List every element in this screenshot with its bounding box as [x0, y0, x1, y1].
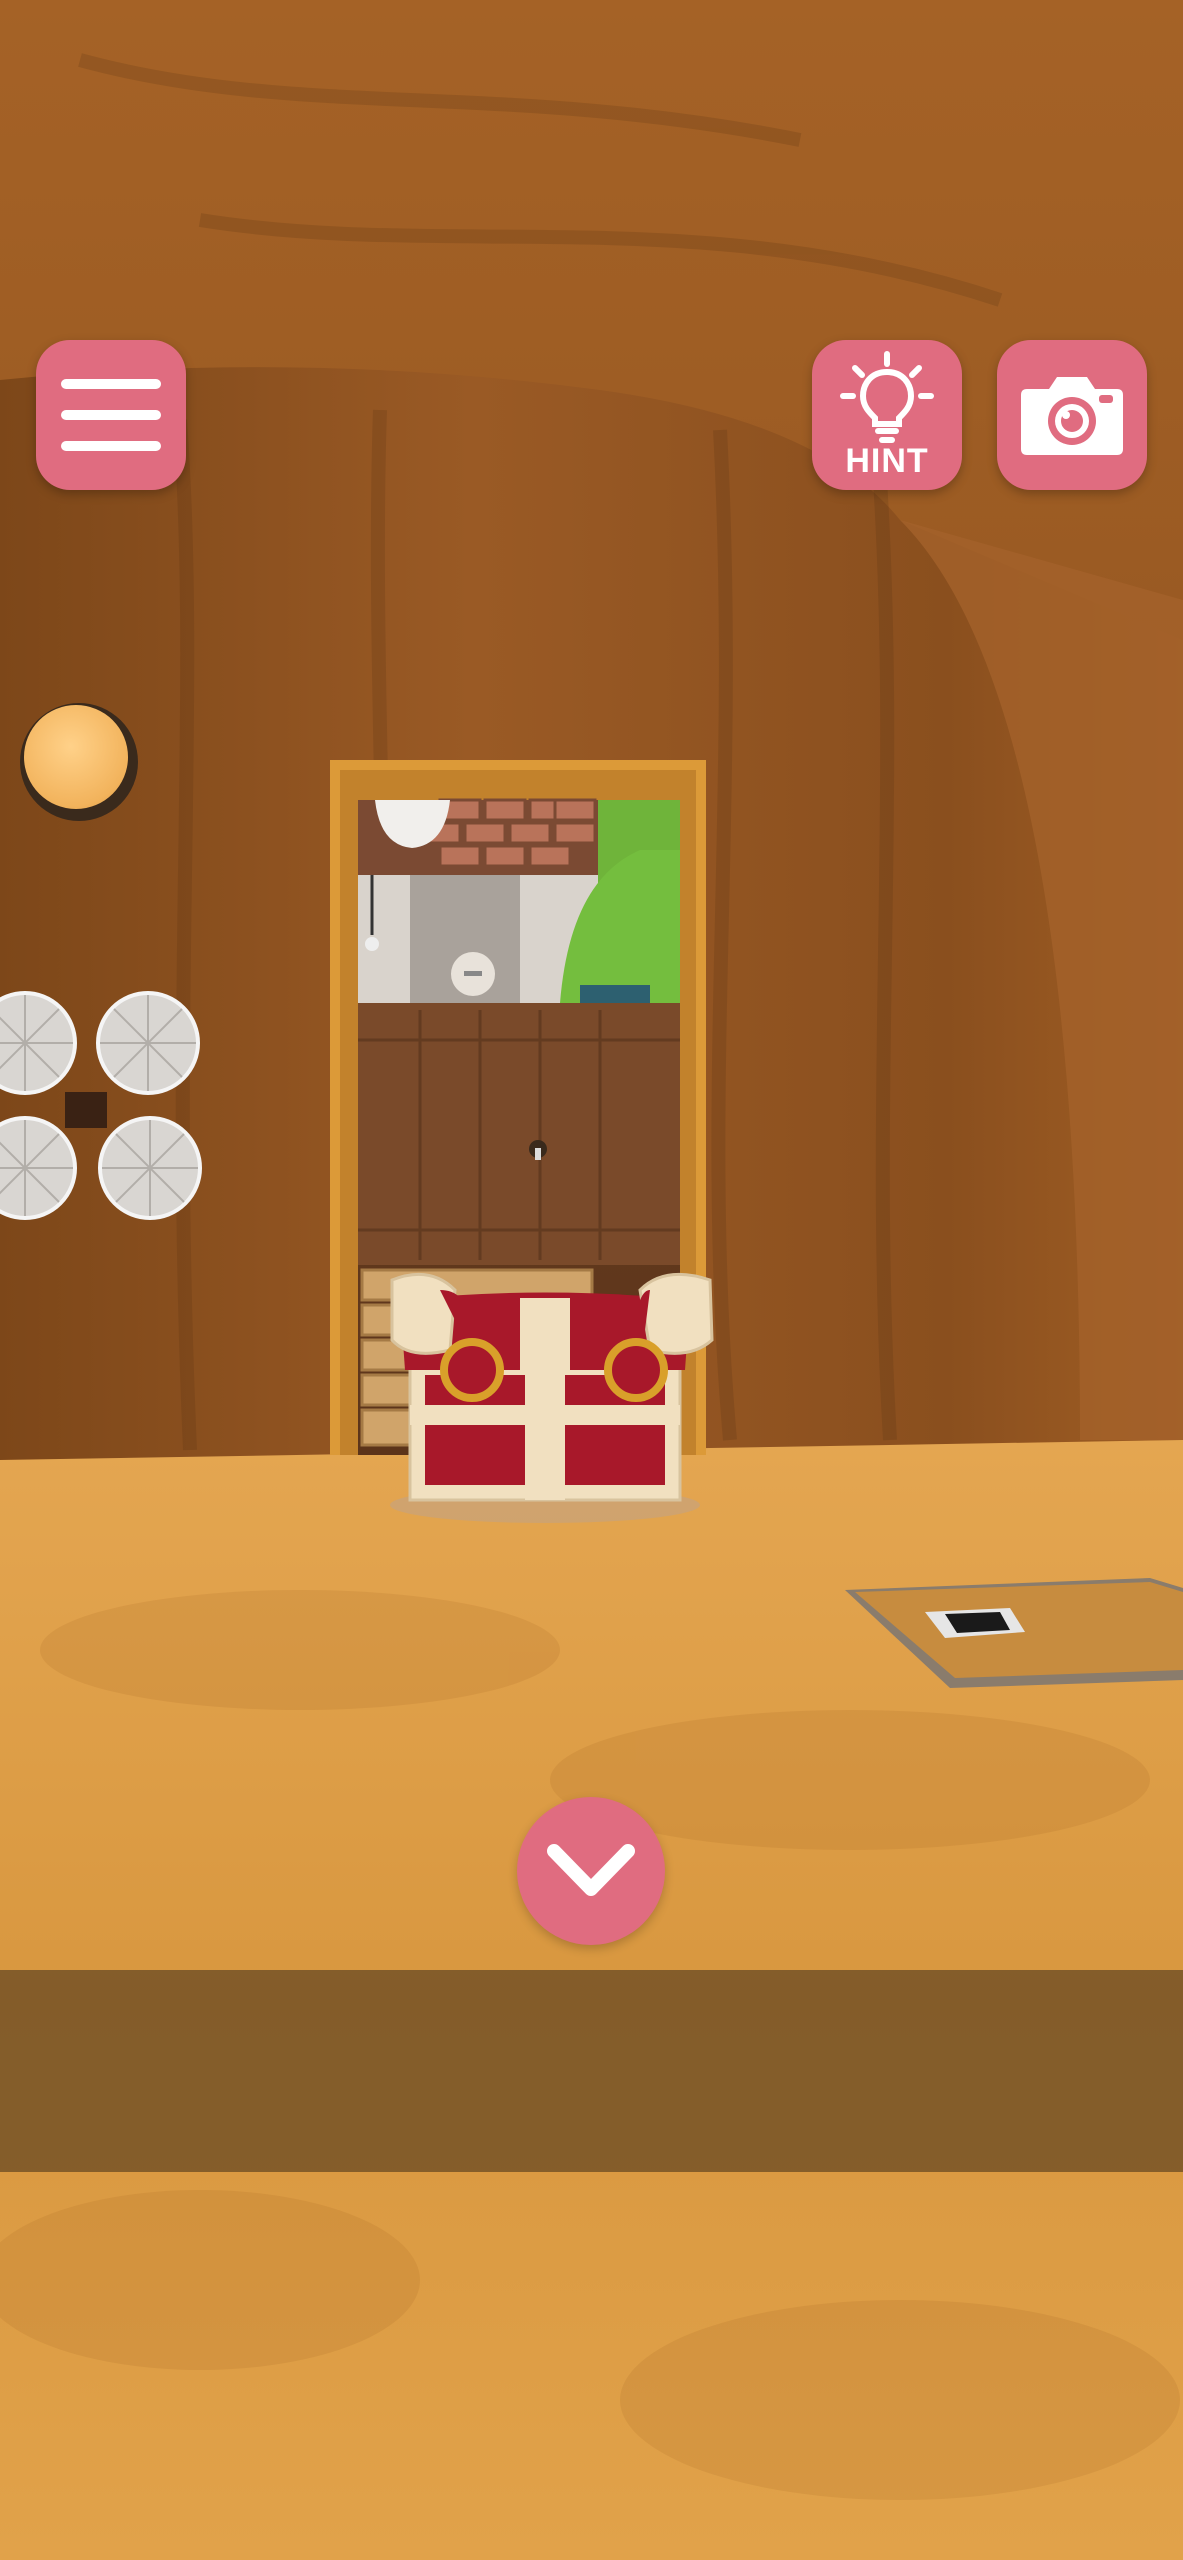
- hamburger-menu-icon: [61, 379, 161, 451]
- menu-button[interactable]: [36, 340, 186, 490]
- message-banner: [0, 1970, 1183, 2172]
- treasure-chest[interactable]: [390, 1272, 714, 1523]
- back-down-button[interactable]: [517, 1797, 665, 1945]
- wall-coin[interactable]: [20, 703, 138, 821]
- lightbulb-icon: [840, 350, 934, 443]
- wall-dial-bottom-left[interactable]: [0, 1115, 78, 1221]
- wall-dial-top-left[interactable]: [0, 990, 78, 1096]
- hint-button[interactable]: HINT: [812, 340, 962, 490]
- wall-dial-top-right[interactable]: [95, 990, 201, 1096]
- camera-button[interactable]: [997, 340, 1147, 490]
- hint-label: HINT: [845, 441, 929, 480]
- wall-coin-face: [24, 705, 128, 809]
- wall-dial-bottom-right[interactable]: [97, 1115, 203, 1221]
- camera-icon: [1021, 377, 1123, 455]
- chevron-down-icon: [547, 1844, 635, 1896]
